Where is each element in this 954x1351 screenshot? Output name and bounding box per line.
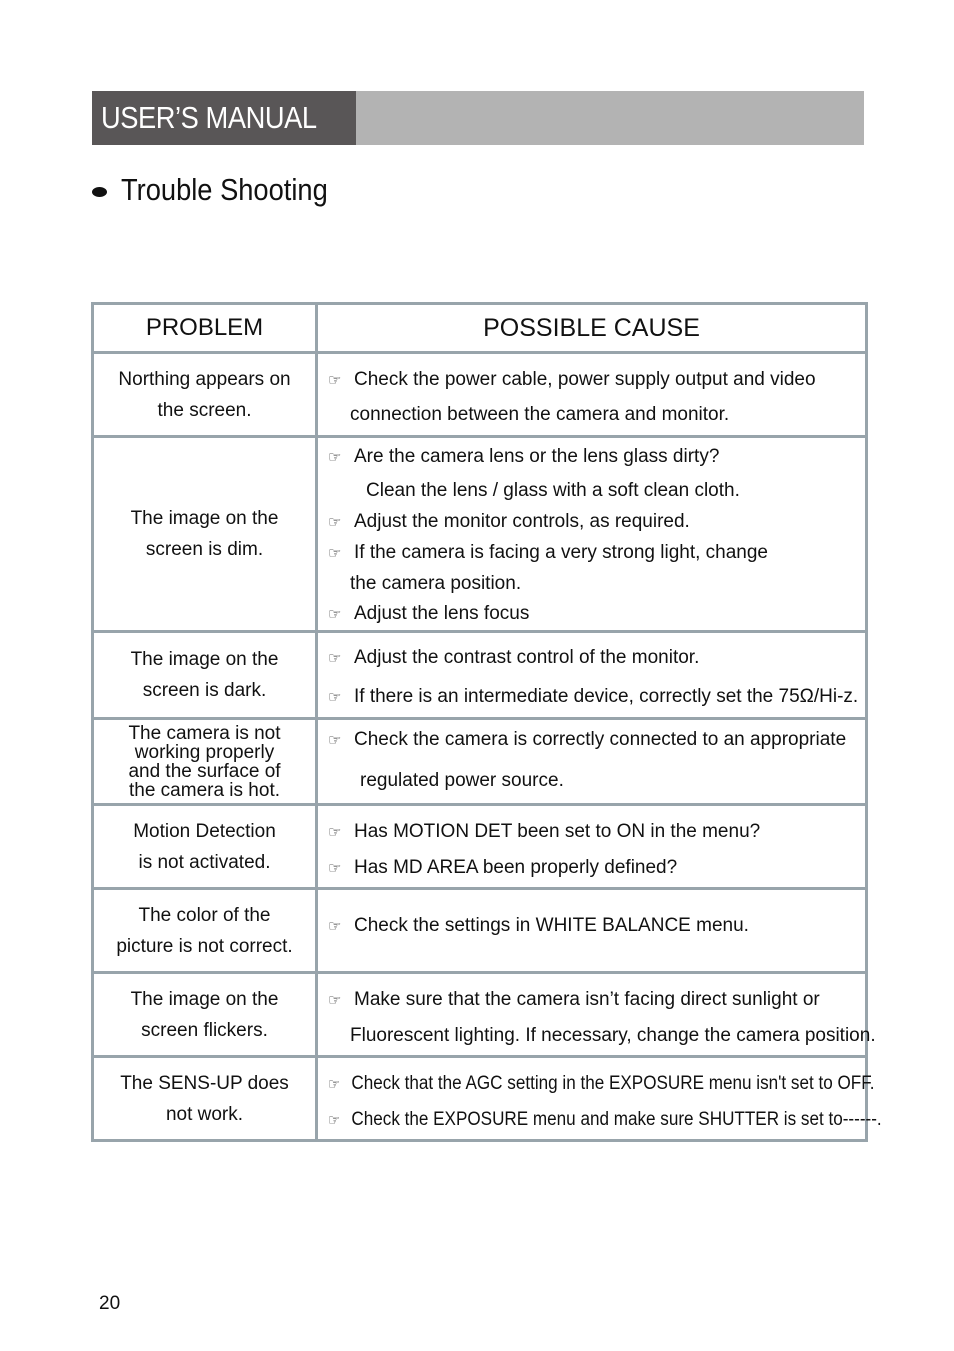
cause-text: If there is an intermediate device, corr…: [354, 686, 859, 707]
pointing-hand-icon: ☞: [328, 992, 342, 1009]
problem-cell: The camera is not working properly and t…: [91, 717, 318, 806]
cause-text: Has MD AREA been properly defined?: [354, 856, 678, 878]
cause-text: Are the camera lens or the lens glass di…: [354, 446, 720, 467]
problem-text: is not activated.: [138, 851, 271, 873]
cause-cell: ☞ Check the settings in WHITE BALANCE men…: [315, 887, 868, 974]
table-row: The image on the screen is dim. ☞ Are the…: [91, 435, 868, 633]
table-header-row: PROBLEM POSSIBLE CAUSE: [91, 302, 868, 354]
pointing-hand-icon: ☞: [328, 1111, 341, 1129]
problem-text: The image on the: [130, 508, 279, 529]
table-row: The camera is not working properly and t…: [91, 717, 868, 806]
pointing-hand-icon: ☞: [328, 689, 342, 706]
troubleshooting-table: PROBLEM POSSIBLE CAUSE Northing appears …: [91, 302, 882, 1142]
cause-text: regulated power source.: [360, 770, 564, 791]
pointing-hand-icon: ☞: [328, 545, 342, 562]
section-heading: Trouble Shooting: [92, 168, 356, 212]
header-possible-cause: POSSIBLE CAUSE: [315, 302, 868, 354]
pointing-hand-icon: ☞: [328, 918, 342, 935]
problem-text: The SENS-UP does: [120, 1072, 289, 1094]
problem-text: The color of the: [138, 904, 271, 926]
cause-cell: ☞ Check the power cable, power supply out…: [315, 351, 868, 438]
pointing-hand-icon: ☞: [328, 514, 342, 531]
problem-cell: The image on the screen flickers.: [91, 971, 318, 1058]
cause-cell: ☞ Adjust the contrast control of the moni…: [315, 630, 868, 720]
problem-text: not work.: [165, 1103, 244, 1125]
bullet-dot-icon: [92, 187, 107, 197]
table-row: Northing appears on the screen. ☞ Check t…: [91, 351, 868, 438]
problem-cell: Motion Detection is not activated.: [91, 803, 318, 890]
cause-text: Check the EXPOSURE menu and make sure SH…: [351, 1108, 882, 1130]
table-row: The image on the screen is dark. ☞ Adjust…: [91, 630, 868, 720]
problem-text: and the surface of: [128, 760, 281, 782]
problem-text: screen flickers.: [141, 1019, 268, 1041]
problem-text: Motion Detection: [133, 820, 276, 842]
pointing-hand-icon: ☞: [328, 449, 342, 466]
table-row: The SENS-UP does not work. ☞ Check that t…: [91, 1055, 882, 1142]
section-title: Trouble Shooting: [121, 172, 328, 207]
pointing-hand-icon: ☞: [328, 1075, 341, 1093]
header-bar: USER’S MANUAL: [92, 91, 864, 145]
problem-text: the screen.: [157, 399, 252, 421]
cause-text: If the camera is facing a very strong li…: [354, 542, 768, 563]
cause-text: connection between the camera and monito…: [350, 404, 730, 425]
pointing-hand-icon: ☞: [328, 823, 342, 841]
problem-text: working properly: [134, 741, 275, 763]
problem-cell: The image on the screen is dark.: [91, 630, 318, 720]
cause-cell: ☞ Make sure that the camera isn’t facing …: [315, 971, 876, 1058]
header-problem: PROBLEM: [91, 302, 318, 354]
problem-cell: Northing appears on the screen.: [91, 351, 318, 438]
manual-title-box: USER’S MANUAL: [92, 91, 356, 145]
cause-cell: ☞ Check that the AGC setting in the EXPOS…: [315, 1055, 882, 1142]
problem-text: picture is not correct.: [116, 935, 293, 957]
cause-text: Adjust the monitor controls, as required…: [354, 511, 690, 532]
problem-text: the camera is hot.: [128, 779, 281, 801]
table-row: The color of the picture is not correct.…: [91, 887, 868, 974]
problem-text: The image on the: [130, 988, 279, 1010]
problem-text: Northing appears on: [118, 368, 291, 390]
cause-text: Make sure that the camera isn’t facing d…: [354, 989, 820, 1010]
page-number: 20: [99, 1293, 121, 1314]
cause-cell: ☞ Has MOTION DET been set to ON in the me…: [315, 803, 868, 890]
cause-text: Fluorescent lighting. If necessary, chan…: [350, 1025, 876, 1046]
cause-cell: ☞ Check the camera is correctly connected…: [315, 717, 868, 806]
pointing-hand-icon: ☞: [328, 859, 342, 877]
problem-text: screen is dim.: [145, 539, 264, 560]
problem-text: The camera is not: [128, 722, 281, 744]
problem-cell: The color of the picture is not correct.: [91, 887, 318, 974]
table-row: The image on the screen flickers. ☞ Make …: [91, 971, 876, 1058]
cause-text: Adjust the lens focus: [354, 603, 530, 624]
manual-title: USER’S MANUAL: [101, 100, 317, 135]
pointing-hand-icon: ☞: [328, 372, 342, 389]
cause-text: Has MOTION DET been set to ON in the men…: [354, 820, 761, 842]
cause-text: Clean the lens / glass with a soft clean…: [366, 480, 740, 501]
problem-cell: The image on the screen is dim.: [91, 435, 318, 633]
pointing-hand-icon: ☞: [328, 650, 342, 667]
pointing-hand-icon: ☞: [328, 606, 342, 623]
cause-text: Check the camera is correctly connected …: [354, 729, 847, 750]
table-row: Motion Detection is not activated. ☞ Has …: [91, 803, 868, 890]
cause-text: the camera position.: [350, 573, 522, 594]
cause-text: Adjust the contrast control of the monit…: [354, 647, 700, 668]
cause-cell: ☞ Are the camera lens or the lens glass d…: [315, 435, 868, 633]
cause-text: Check that the AGC setting in the EXPOSU…: [351, 1072, 875, 1094]
cause-text: Check the power cable, power supply outp…: [354, 369, 816, 390]
pointing-hand-icon: ☞: [328, 732, 342, 749]
problem-text: The image on the: [130, 649, 279, 670]
problem-text: screen is dark.: [142, 680, 267, 701]
cause-text: Check the settings in WHITE BALANCE menu…: [354, 915, 749, 936]
problem-cell: The SENS-UP does not work.: [91, 1055, 318, 1142]
